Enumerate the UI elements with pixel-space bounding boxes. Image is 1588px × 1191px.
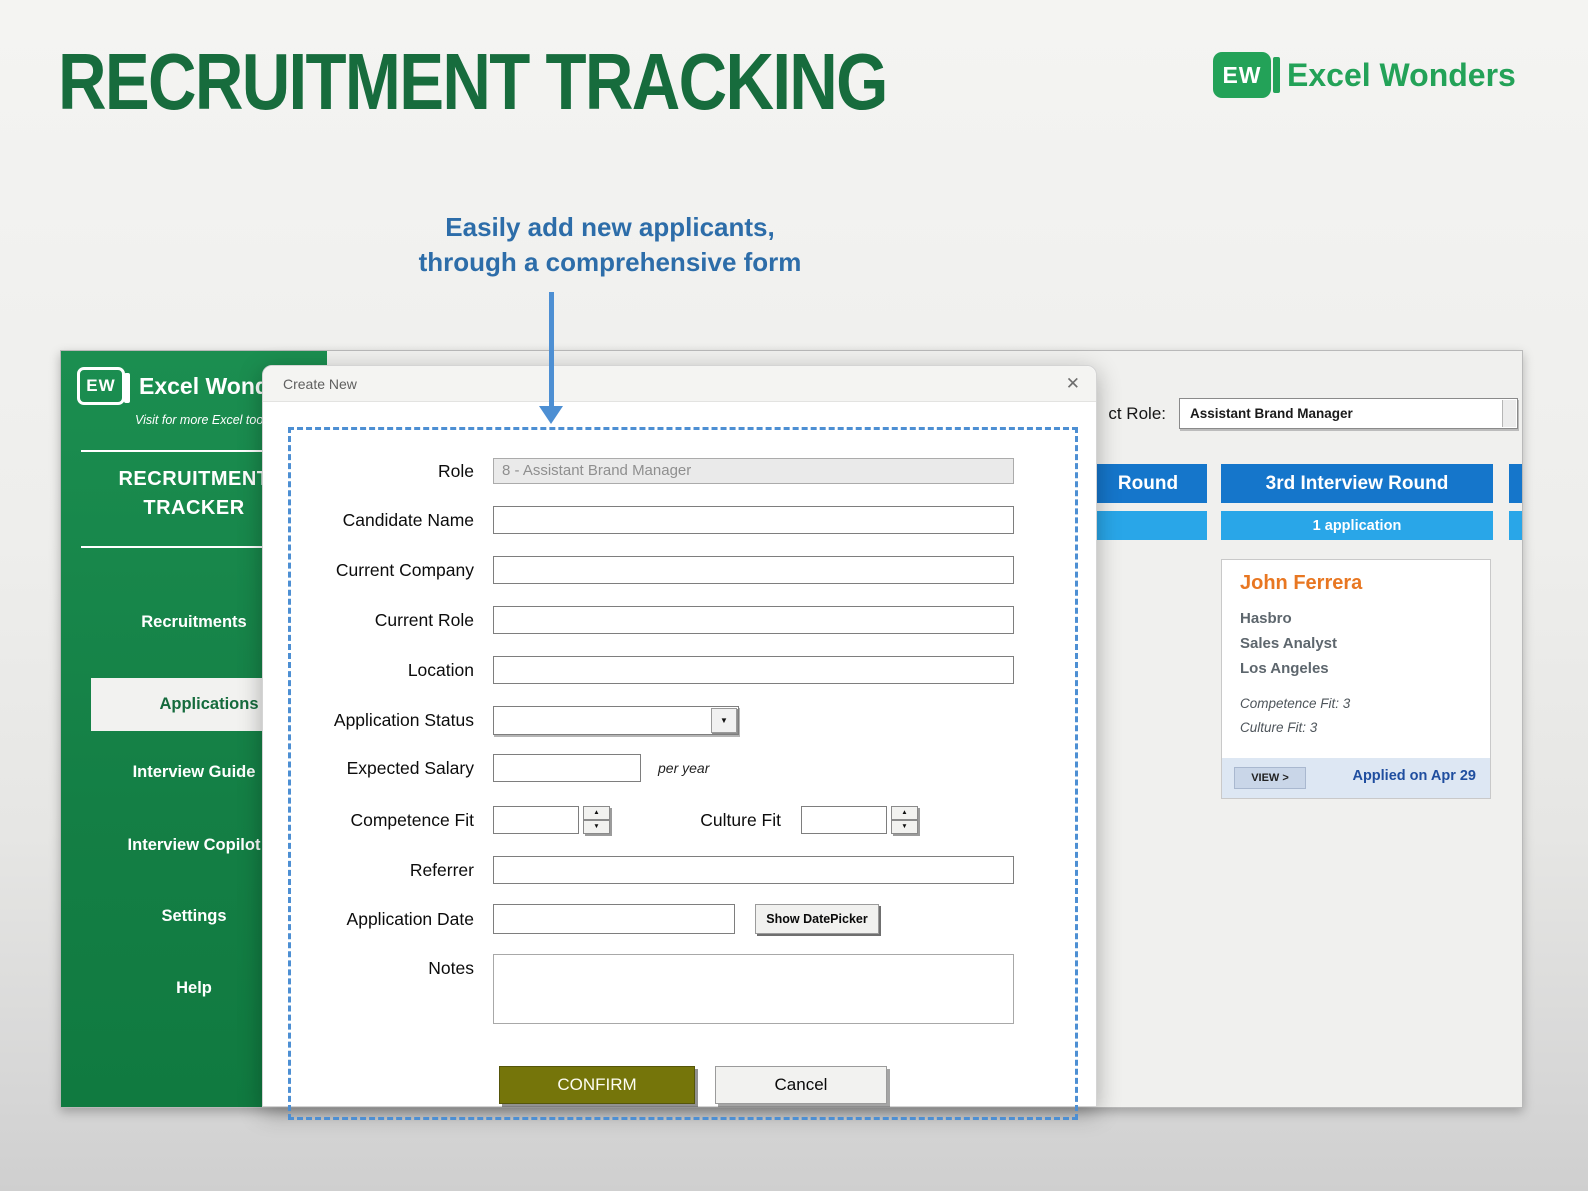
chevron-down-icon[interactable]: ▼ — [711, 708, 737, 733]
location-input[interactable] — [493, 656, 1014, 684]
culture-fit-input[interactable] — [801, 806, 887, 834]
column-badge-partial — [1509, 511, 1523, 540]
application-status-label: Application Status — [303, 706, 474, 734]
application-status-dropdown[interactable]: ▼ — [493, 706, 739, 735]
candidate-card-footer: VIEW > Applied on Apr 29 — [1222, 758, 1490, 798]
annotation-line-2: through a comprehensive form — [360, 245, 860, 280]
location-label: Location — [303, 656, 474, 684]
role-label: Role — [303, 457, 474, 485]
current-role-label: Current Role — [303, 606, 474, 634]
column-header-3rd-interview-round: 3rd Interview Round — [1221, 464, 1493, 503]
competence-fit-stepper: ▲ ▼ — [583, 806, 610, 834]
competence-fit-input[interactable] — [493, 806, 579, 834]
brand-logo: EW Excel Wonders — [1213, 52, 1516, 98]
culture-fit-stepper: ▲ ▼ — [891, 806, 918, 834]
role-select-value: Assistant Brand Manager — [1190, 406, 1353, 421]
candidate-name: John Ferrera — [1240, 572, 1362, 595]
referrer-label: Referrer — [303, 856, 474, 884]
spinner-down-icon[interactable]: ▼ — [583, 820, 610, 834]
candidate-name-label: Candidate Name — [303, 506, 474, 534]
column-badge-round — [1089, 511, 1207, 540]
create-new-dialog: Create New ✕ Role 8 - Assistant Brand Ma… — [262, 365, 1097, 1107]
page-title: RECRUITMENT TRACKING — [58, 36, 887, 128]
excel-wonders-icon: EW — [1213, 52, 1271, 98]
show-datepicker-button[interactable]: Show DatePicker — [755, 904, 879, 934]
candidate-culture-fit: Culture Fit: 3 — [1240, 720, 1317, 735]
competence-fit-label: Competence Fit — [303, 806, 474, 834]
expected-salary-label: Expected Salary — [303, 754, 474, 782]
cancel-button[interactable]: Cancel — [715, 1066, 887, 1104]
brand-name: Excel Wonders — [1287, 57, 1516, 94]
annotation-arrow-head-icon — [539, 406, 563, 424]
current-company-label: Current Company — [303, 556, 474, 584]
application-date-label: Application Date — [303, 905, 474, 933]
column-header-round: Round — [1089, 464, 1207, 503]
application-date-input[interactable] — [493, 904, 735, 934]
role-select-dropdown-button[interactable] — [1502, 400, 1516, 427]
candidate-competence-fit: Competence Fit: 3 — [1240, 696, 1350, 711]
confirm-button[interactable]: CONFIRM — [499, 1066, 695, 1104]
role-field: 8 - Assistant Brand Manager — [493, 458, 1014, 484]
annotation-arrow — [549, 292, 554, 408]
excel-wonders-icon-white: EW — [77, 367, 125, 405]
notes-label: Notes — [303, 954, 474, 982]
referrer-input[interactable] — [493, 856, 1014, 884]
sidebar-tagline: Visit for more Excel tools — [135, 413, 272, 427]
annotation-text: Easily add new applicants, through a com… — [360, 210, 860, 280]
annotation-line-1: Easily add new applicants, — [360, 210, 860, 245]
current-role-input[interactable] — [493, 606, 1014, 634]
candidate-role: Sales Analyst — [1240, 635, 1337, 652]
spinner-down-icon[interactable]: ▼ — [891, 820, 918, 834]
spinner-up-icon[interactable]: ▲ — [891, 806, 918, 820]
column-badge-applications-count: 1 application — [1221, 511, 1493, 540]
close-icon[interactable]: ✕ — [1066, 366, 1080, 402]
candidate-company: Hasbro — [1240, 610, 1292, 627]
candidate-location: Los Angeles — [1240, 660, 1329, 677]
spinner-up-icon[interactable]: ▲ — [583, 806, 610, 820]
column-header-partial — [1509, 464, 1523, 503]
salary-suffix: per year — [658, 754, 709, 782]
notes-textarea[interactable] — [493, 954, 1014, 1024]
role-select-dropdown[interactable]: Assistant Brand Manager — [1179, 398, 1518, 429]
candidate-card: John Ferrera Hasbro Sales Analyst Los An… — [1221, 559, 1491, 799]
view-candidate-button[interactable]: VIEW > — [1234, 767, 1306, 789]
dialog-title: Create New — [283, 366, 357, 402]
applied-date: Applied on Apr 29 — [1352, 768, 1476, 784]
current-company-input[interactable] — [493, 556, 1014, 584]
culture-fit-label: Culture Fit — [623, 806, 781, 834]
dialog-titlebar: Create New ✕ — [263, 366, 1096, 402]
expected-salary-input[interactable] — [493, 754, 641, 782]
candidate-name-input[interactable] — [493, 506, 1014, 534]
